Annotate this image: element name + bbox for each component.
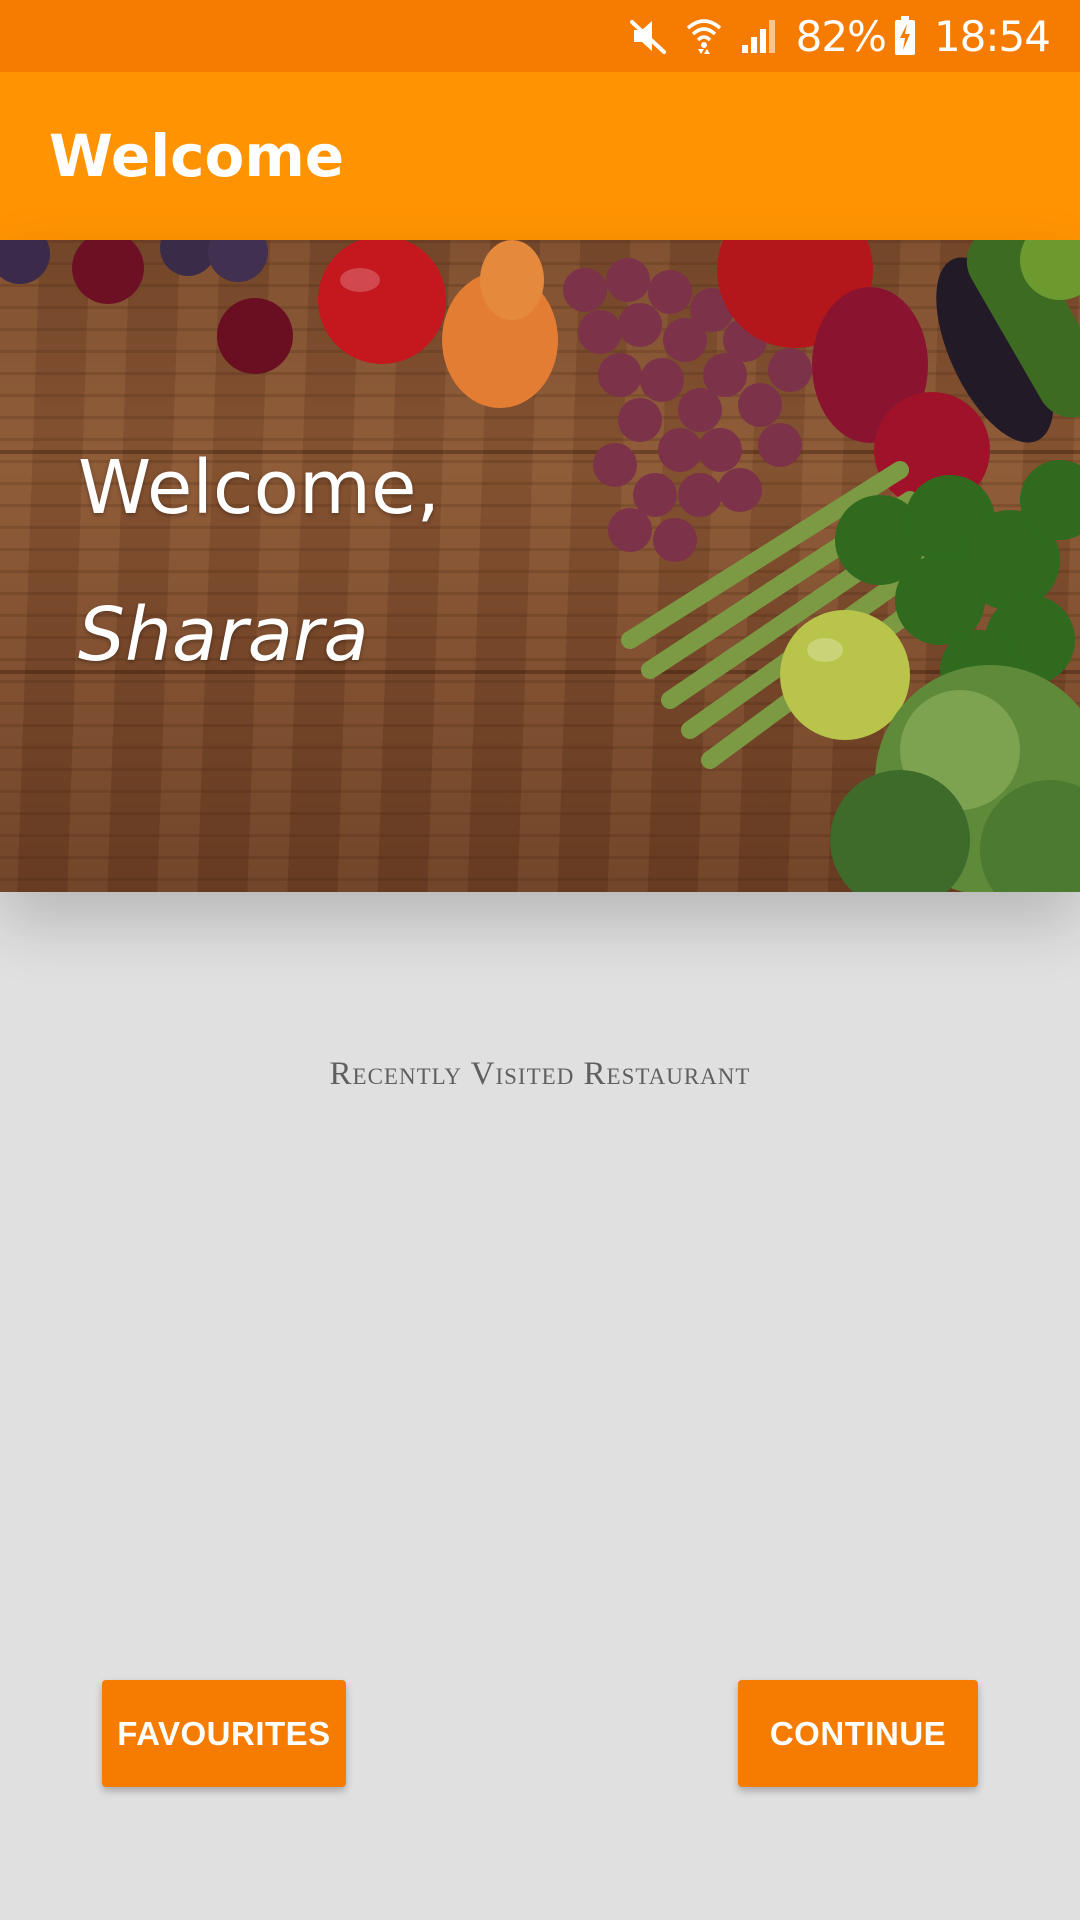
greeting-text: Welcome, (78, 445, 441, 531)
battery-charging-icon (894, 16, 916, 56)
status-bar: 82% 18:54 (0, 0, 1080, 72)
hero-banner: Welcome, Sharara (0, 240, 1080, 892)
mute-icon (628, 16, 668, 56)
battery-percent: 82% (795, 11, 887, 61)
recently-visited-label: Recently Visited Restaurant (329, 1056, 751, 1092)
recently-visited-list (0, 1120, 1080, 1640)
wifi-icon (686, 16, 722, 56)
app-bar: Welcome (0, 72, 1080, 240)
signal-icon (740, 17, 778, 55)
welcome-screen: 82% 18:54 Welcome Welcome, Sharara Recen… (0, 0, 1080, 1920)
battery-status: 82% (796, 12, 916, 61)
continue-button[interactable]: CONTINUE (738, 1680, 978, 1787)
status-clock: 18:54 (933, 11, 1051, 61)
favourites-button[interactable]: FAVOURITES (102, 1680, 346, 1787)
user-name: Sharara (78, 592, 369, 678)
produce-illustration (0, 240, 1080, 892)
page-title: Welcome (49, 122, 345, 190)
